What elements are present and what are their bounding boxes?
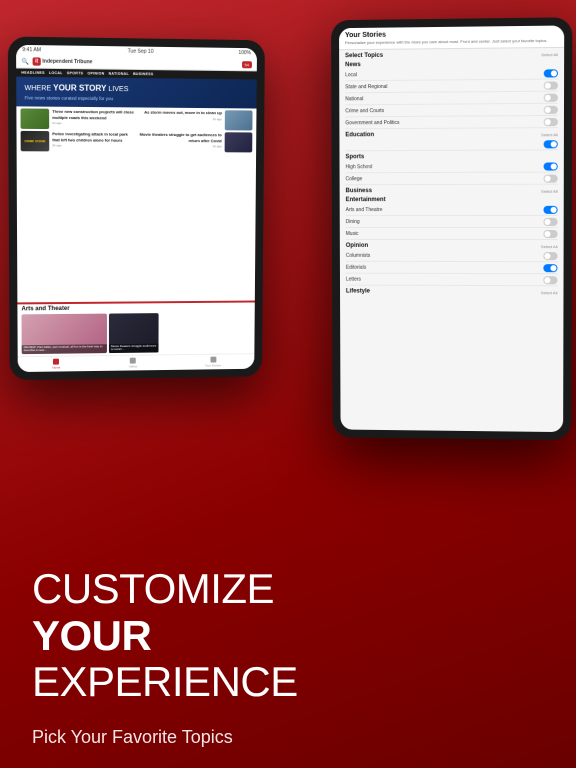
arts-side-caption: Movie theaters struggle audiences to ret…: [109, 343, 159, 353]
logo-name: Independent Tribune: [42, 59, 92, 66]
toggle-highschool[interactable]: [544, 162, 558, 170]
hero-title: WHERE YOUR STORY LIVES: [24, 83, 248, 96]
news-thumb-1: [20, 109, 49, 130]
topic-dining: Dining: [346, 216, 558, 228]
section-news: News Local State and Regional National: [345, 60, 558, 129]
nav-national[interactable]: NATIONAL: [109, 72, 129, 76]
right-header: Your Stories Personalize your experience…: [339, 25, 564, 50]
search-icon[interactable]: 🔍: [21, 58, 29, 65]
topic-govt: Government and Politics: [345, 116, 558, 129]
nav-local[interactable]: LOCAL: [49, 71, 63, 75]
news-items: Three new construction projects will clo…: [16, 107, 256, 303]
toggle-columnists[interactable]: [543, 252, 557, 260]
section-business: Business Select All: [346, 188, 558, 194]
news-thumb-3: CRIME SCENE: [21, 131, 50, 151]
right-header-subtitle: Personalize your experience with the new…: [345, 38, 558, 45]
section-select-topics: Select Topics Select All: [345, 51, 558, 59]
section-opinion: Opinion Select All Columnists Editorials…: [346, 243, 558, 286]
home-icon: [53, 359, 59, 365]
status-battery: 100%: [238, 50, 251, 56]
section-lifestyle: Lifestyle Select All: [346, 289, 558, 296]
section-education: Education Select All: [345, 131, 557, 151]
bottom-bar-offline[interactable]: Offline: [129, 358, 138, 369]
toggle-editorials[interactable]: [543, 264, 557, 272]
toggle-education[interactable]: [544, 140, 558, 148]
toggle-govt[interactable]: [544, 117, 558, 125]
news-text-4: Movie theaters struggle to get audiences…: [139, 132, 222, 148]
toggle-local[interactable]: [544, 69, 558, 77]
bottom-bar-home[interactable]: Home: [52, 359, 60, 370]
logo: it Independent Tribune: [33, 57, 92, 66]
nav-headlines[interactable]: HEADLINES: [21, 71, 45, 75]
news-text-2: As storm moves out, move in to clean up …: [139, 110, 222, 121]
customize-title: CUSTOMIZE YOUR EXPERIENCE: [32, 566, 544, 705]
status-time: 9:41 AM: [22, 47, 41, 53]
topic-editorials: Editorials: [346, 262, 558, 274]
nav-sports[interactable]: SPORTS: [67, 71, 83, 75]
logo-initials: it: [33, 57, 40, 65]
tablet-bottom-bar: Home Offline Your Stories: [18, 353, 255, 372]
topic-columnists: Columnists: [346, 250, 558, 262]
topic-college: College: [346, 173, 558, 186]
toggle-crime[interactable]: [544, 105, 558, 113]
offline-icon: [130, 358, 136, 364]
home-label: Home: [52, 366, 60, 370]
section-entertainment: Entertainment Arts and Theatre Dining Mu…: [346, 197, 558, 240]
toggle-music[interactable]: [543, 229, 557, 237]
arts-main-caption: REVIEW: Part ballet, part musical, all f…: [22, 344, 107, 354]
news-thumb-4: [225, 133, 253, 153]
news-text-1: Three new construction projects will clo…: [52, 109, 136, 125]
toggle-letters[interactable]: [543, 276, 557, 284]
offline-label: Offline: [129, 365, 138, 369]
pick-topics-subtitle: Pick Your Favorite Topics: [32, 727, 544, 748]
toggle-dining[interactable]: [543, 217, 557, 225]
news-thumb-2: [225, 111, 253, 131]
topic-education-item: [345, 138, 557, 151]
section-sports: Sports High School College: [345, 153, 557, 185]
notification-count: 54: [242, 61, 252, 68]
topic-music: Music: [346, 228, 558, 240]
topic-highschool: High School: [345, 160, 557, 173]
nav-opinion[interactable]: OPINION: [87, 71, 104, 75]
toggle-college[interactable]: [544, 174, 558, 182]
arts-section: Arts and Theater REVIEW: Part ballet, pa…: [17, 301, 254, 357]
toggle-national[interactable]: [544, 93, 558, 101]
right-tablet: Your Stories Personalize your experience…: [331, 17, 572, 440]
status-date: Tue Sep 10: [128, 48, 154, 54]
left-tablet: 9:41 AM Tue Sep 10 100% 🔍 it Independent…: [8, 36, 265, 380]
topic-letters: Letters: [346, 274, 558, 287]
arts-main-image: REVIEW: Part ballet, part musical, all f…: [22, 314, 107, 355]
bottom-section: CUSTOMIZE YOUR EXPERIENCE Pick Your Favo…: [0, 548, 576, 768]
topics-list: Select Topics Select All News Local Stat…: [339, 48, 564, 432]
hero-banner: WHERE YOUR STORY LIVES Five news stories…: [16, 77, 257, 109]
stories-icon: [210, 357, 216, 363]
toggle-state[interactable]: [544, 81, 558, 89]
nav-business[interactable]: BUSINESS: [133, 72, 153, 76]
topic-arts-theatre: Arts and Theatre: [346, 204, 558, 216]
hero-subtitle: Five news stories curated especially for…: [25, 96, 249, 103]
arts-side-image: Movie theaters struggle audiences to ret…: [109, 313, 159, 353]
stories-label: Your Stories: [205, 363, 221, 367]
arts-label: Arts and Theater: [21, 304, 250, 312]
news-text-3: Police investigating attack in local par…: [52, 132, 136, 148]
toggle-arts-theatre[interactable]: [543, 205, 557, 213]
bottom-bar-stories[interactable]: Your Stories: [205, 357, 221, 368]
